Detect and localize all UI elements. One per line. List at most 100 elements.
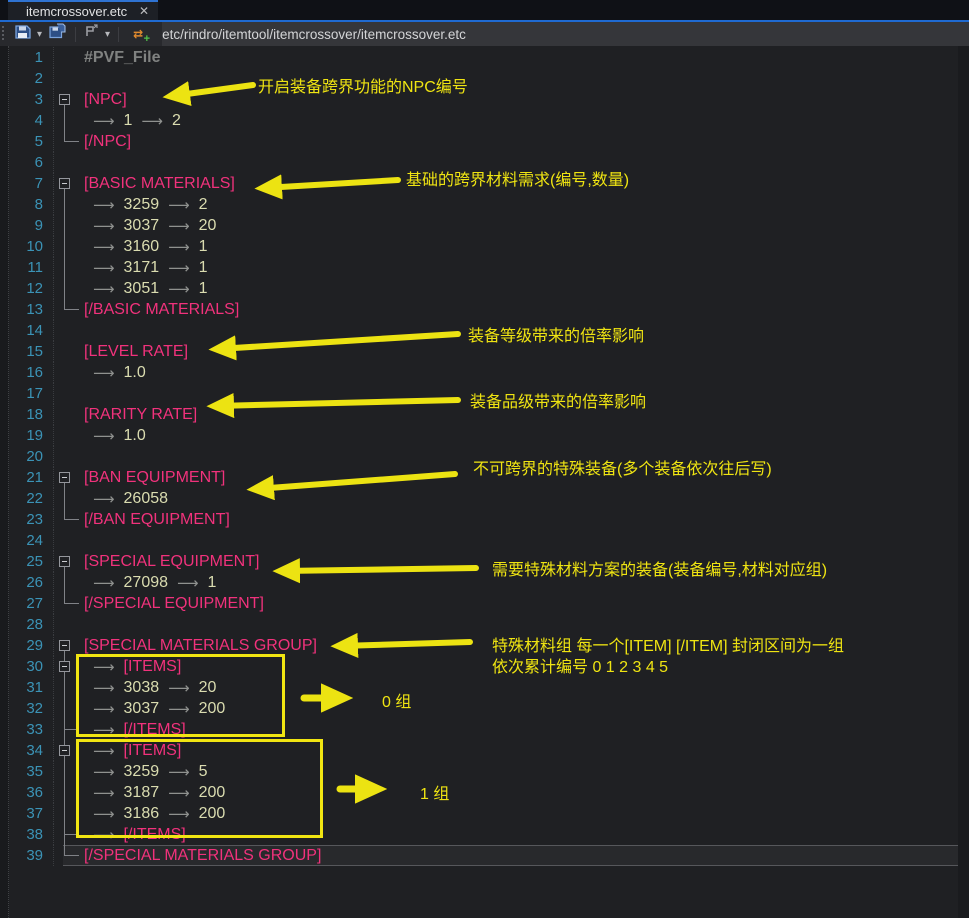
code-line[interactable]: 11⟶3171⟶1 [9, 257, 958, 278]
fold-toggle-icon[interactable] [54, 89, 80, 110]
code-line[interactable]: 25[SPECIAL EQUIPMENT] [9, 551, 958, 572]
fold-minus-icon[interactable] [59, 178, 70, 189]
fold-guide [54, 383, 80, 404]
tab-arrow: ⟶ [168, 784, 190, 802]
code-line[interactable]: 5[/NPC] [9, 131, 958, 152]
tab-itemcrossover[interactable]: itemcrossover.etc ✕ [8, 0, 158, 20]
code-line[interactable]: 8⟶3259⟶2 [9, 194, 958, 215]
fold-toggle-icon[interactable] [54, 467, 80, 488]
fold-toggle-icon[interactable] [54, 173, 80, 194]
code-text: [/SPECIAL EQUIPMENT] [80, 595, 264, 613]
tab-arrow: ⟶ [93, 490, 115, 508]
section-tag: [SPECIAL MATERIALS GROUP] [84, 637, 317, 655]
add-node-button[interactable]: ⇄ + [124, 24, 158, 44]
code-line[interactable]: 24 [9, 530, 958, 551]
code-line[interactable]: 31⟶3038⟶20 [9, 677, 958, 698]
tab-arrow: ⟶ [141, 112, 163, 130]
token: 3160 [124, 238, 160, 256]
code-text: ⟶3187⟶200 [80, 784, 225, 802]
close-icon[interactable]: ✕ [139, 4, 158, 18]
token: 26058 [124, 490, 169, 508]
fold-toggle-icon[interactable] [54, 635, 80, 656]
token: 3259 [124, 196, 160, 214]
line-number: 11 [9, 257, 54, 278]
token: 3187 [124, 784, 160, 802]
code-line[interactable]: 20 [9, 446, 958, 467]
tab-arrow: ⟶ [93, 427, 115, 445]
save-icon [14, 24, 31, 45]
tab-arrow: ⟶ [93, 784, 115, 802]
code-line[interactable]: 30 ⟶[ITEMS] [9, 656, 958, 677]
fold-minus-icon[interactable] [59, 556, 70, 567]
code-line[interactable]: 6 [9, 152, 958, 173]
code-line[interactable]: 27[/SPECIAL EQUIPMENT] [9, 593, 958, 614]
code-line[interactable]: 22⟶26058 [9, 488, 958, 509]
code-line[interactable]: 32⟶3037⟶200 [9, 698, 958, 719]
token: 20 [199, 679, 217, 697]
section-tag: [NPC] [84, 91, 127, 109]
line-number: 1 [9, 47, 54, 68]
fold-guide [54, 488, 80, 509]
fold-minus-icon[interactable] [59, 472, 70, 483]
code-line[interactable]: 34⟶[ITEMS] [9, 740, 958, 761]
code-line[interactable]: 17 [9, 383, 958, 404]
fold-toggle-icon[interactable] [54, 551, 80, 572]
code-line[interactable]: 29[SPECIAL MATERIALS GROUP] [9, 635, 958, 656]
fold-toggle-icon[interactable] [54, 656, 80, 677]
code-text: ⟶27098⟶1 [80, 574, 216, 592]
tab-arrow: ⟶ [168, 763, 190, 781]
code-line[interactable]: 15[LEVEL RATE] [9, 341, 958, 362]
tool-button[interactable] [81, 24, 102, 44]
code-text: [RARITY RATE] [80, 406, 197, 424]
fold-minus-icon[interactable] [59, 640, 70, 651]
code-line[interactable]: 10⟶3160⟶1 [9, 236, 958, 257]
fold-guide [54, 257, 80, 278]
code-line[interactable]: 33⟶[/ITEMS] [9, 719, 958, 740]
fold-minus-icon[interactable] [59, 661, 70, 672]
code-line[interactable]: 12⟶3051⟶1 [9, 278, 958, 299]
code-line[interactable]: 14 [9, 320, 958, 341]
chevron-down-icon[interactable]: ▾ [102, 29, 113, 40]
fold-guide [54, 131, 80, 152]
code-line[interactable]: 28 [9, 614, 958, 635]
line-number: 39 [9, 845, 54, 866]
save-button[interactable] [11, 24, 34, 44]
save-as-button[interactable] [45, 24, 70, 44]
code-line[interactable]: 38⟶[/ITEMS] [9, 824, 958, 845]
code-line[interactable]: 1#PVF_File [9, 47, 958, 68]
token: 27098 [124, 574, 169, 592]
fold-guide [54, 572, 80, 593]
line-number: 28 [9, 614, 54, 635]
code-editor[interactable]: 1#PVF_File23[NPC]4⟶1⟶25[/NPC]67[BASIC MA… [0, 46, 969, 918]
chevron-down-icon[interactable]: ▾ [34, 29, 45, 40]
code-line[interactable]: 4⟶1⟶2 [9, 110, 958, 131]
code-line[interactable]: 9⟶3037⟶20 [9, 215, 958, 236]
code-line[interactable]: 21[BAN EQUIPMENT] [9, 467, 958, 488]
code-text: ⟶[ITEMS] [80, 658, 181, 676]
code-line[interactable]: 36⟶3187⟶200 [9, 782, 958, 803]
code-line[interactable]: 3[NPC] [9, 89, 958, 110]
code-line[interactable]: 37⟶3186⟶200 [9, 803, 958, 824]
code-line[interactable]: 18 [RARITY RATE] [9, 404, 958, 425]
code-line[interactable]: 2 [9, 68, 958, 89]
code-line[interactable]: 26⟶27098⟶1 [9, 572, 958, 593]
toolbar-grip-handle[interactable] [2, 26, 7, 42]
breadcrumb-path[interactable]: etc/rindro/itemtool/itemcrossover/itemcr… [162, 22, 969, 46]
scrollbar[interactable] [958, 46, 969, 918]
code-line[interactable]: 13[/BASIC MATERIALS] [9, 299, 958, 320]
code-line[interactable]: 35⟶3259⟶5 [9, 761, 958, 782]
code-line[interactable]: 7[BASIC MATERIALS] [9, 173, 958, 194]
code-line[interactable]: 23[/BAN EQUIPMENT] [9, 509, 958, 530]
line-number: 18 [9, 404, 54, 425]
section-tag: [/NPC] [84, 133, 131, 151]
toolbar-separator [118, 27, 119, 42]
code-line[interactable]: 16⟶1.0 [9, 362, 958, 383]
token: 2 [172, 112, 181, 130]
fold-guide [54, 509, 80, 530]
code-line[interactable]: 19⟶1.0 [9, 425, 958, 446]
code-line[interactable]: 39[/SPECIAL MATERIALS GROUP] [9, 845, 958, 866]
fold-minus-icon[interactable] [59, 745, 70, 756]
fold-minus-icon[interactable] [59, 94, 70, 105]
fold-toggle-icon[interactable] [54, 740, 80, 761]
line-number: 30 [9, 656, 54, 677]
